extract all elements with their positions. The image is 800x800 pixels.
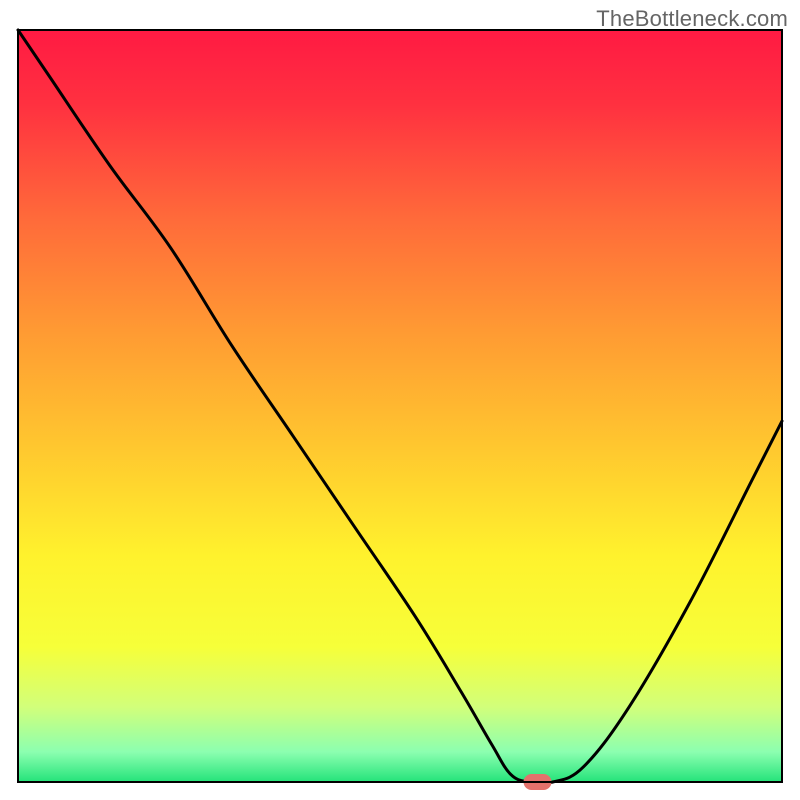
bottleneck-chart <box>0 0 800 800</box>
gradient-background <box>18 30 782 782</box>
chart-container: TheBottleneck.com <box>0 0 800 800</box>
watermark-text: TheBottleneck.com <box>596 6 788 32</box>
